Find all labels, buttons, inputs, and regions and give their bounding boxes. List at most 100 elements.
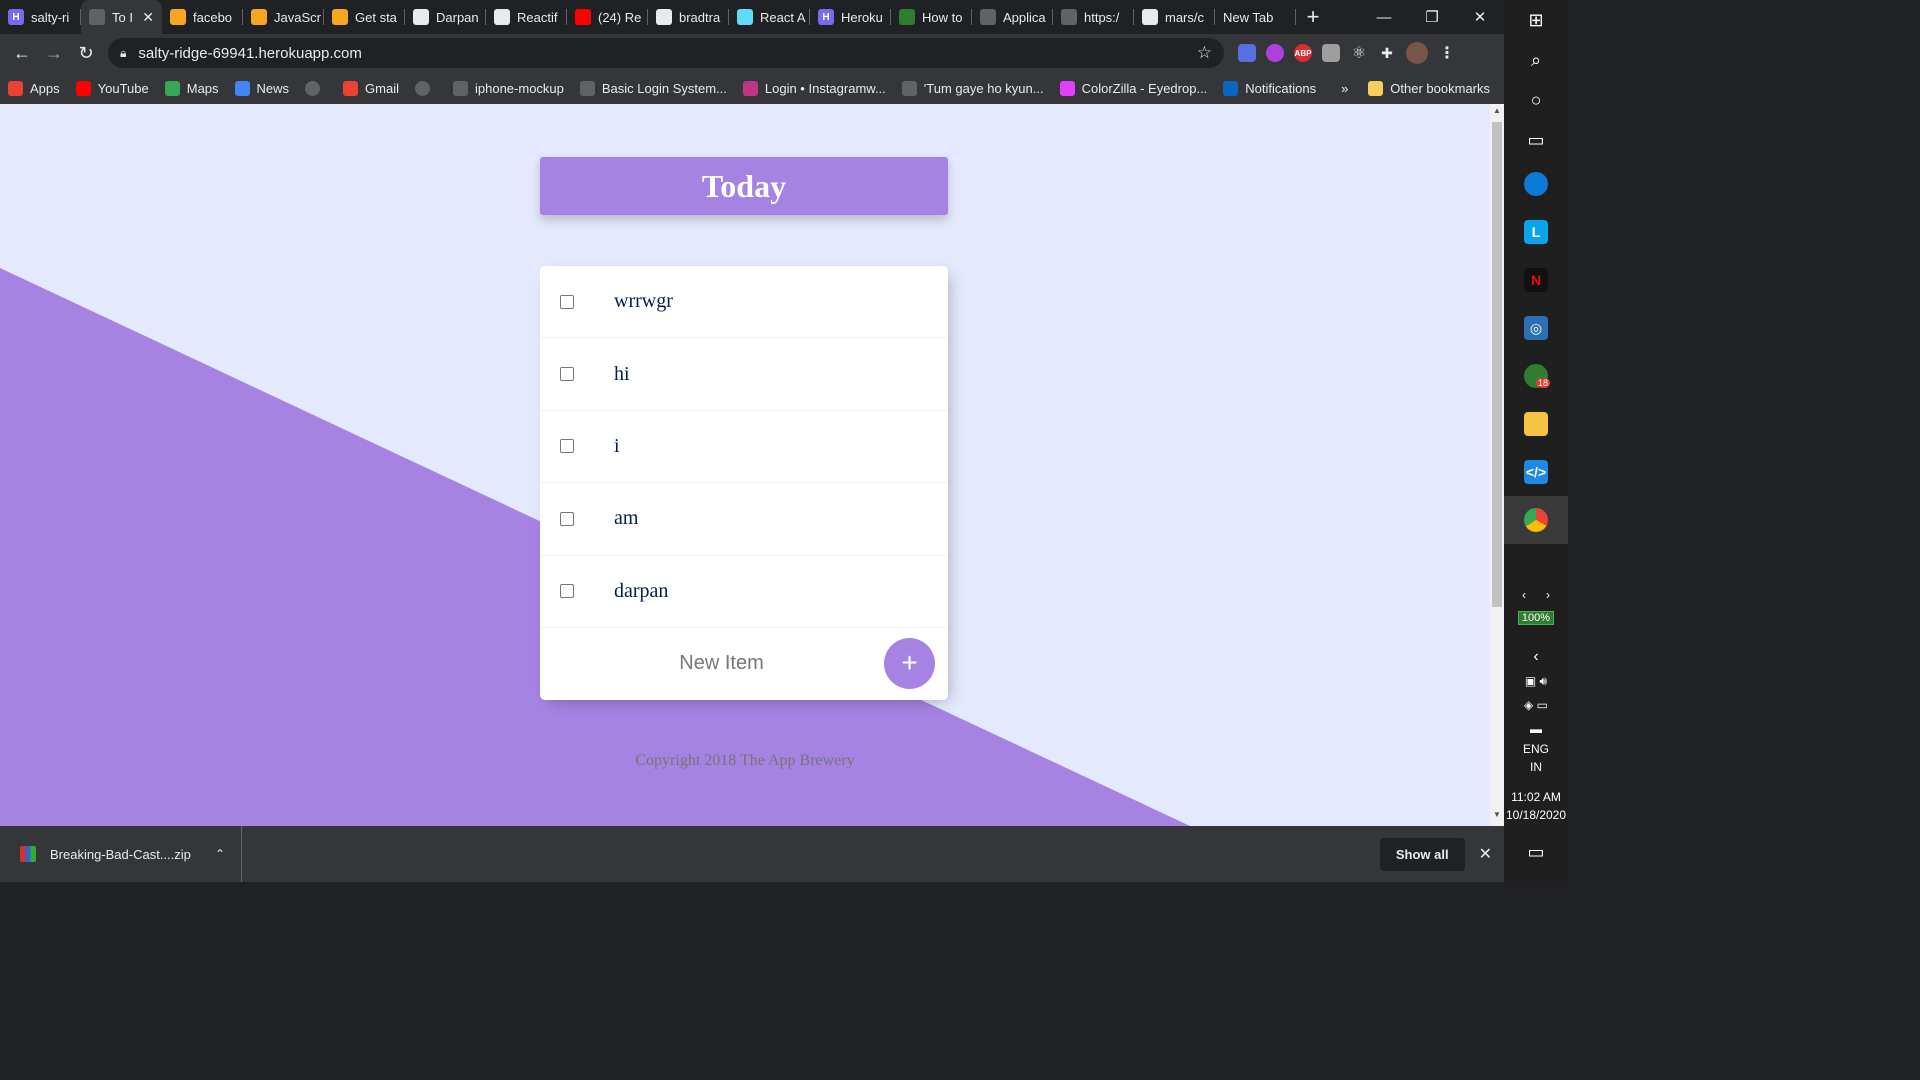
- bookmarks-overflow-button[interactable]: »: [1341, 81, 1348, 96]
- item-text: am: [614, 507, 639, 530]
- react-devtools-icon[interactable]: ⚛: [1350, 44, 1368, 62]
- bookmark-item[interactable]: 'Tum gaye ho kyun...: [901, 80, 1044, 96]
- tab[interactable]: (24) Re: [567, 0, 648, 34]
- zip-file-icon: [20, 846, 36, 862]
- tab[interactable]: facebo: [162, 0, 243, 34]
- cortana-icon[interactable]: ○: [1504, 80, 1568, 120]
- favicon-icon: [575, 9, 591, 25]
- download-item[interactable]: Breaking-Bad-Cast....zip ⌃: [0, 826, 242, 882]
- bookmark-item[interactable]: [305, 80, 327, 96]
- restore-icon[interactable]: ❐: [1408, 1, 1456, 33]
- tab[interactable]: mars/c: [1134, 0, 1215, 34]
- back-button[interactable]: ←: [6, 37, 38, 69]
- item-checkbox[interactable]: [560, 439, 574, 454]
- bookmark-item[interactable]: [415, 80, 437, 96]
- edge-icon[interactable]: [1504, 160, 1568, 208]
- tab[interactable]: bradtra: [648, 0, 729, 34]
- tab[interactable]: JavaScr: [243, 0, 324, 34]
- tab-title: JavaScr: [274, 9, 321, 25]
- item-checkbox[interactable]: [560, 367, 574, 382]
- bookmark-label: Maps: [186, 80, 219, 96]
- start-icon[interactable]: ⊞: [1504, 0, 1568, 40]
- chevron-up-icon[interactable]: ⌃: [215, 847, 225, 861]
- instagram-icon[interactable]: ◎: [1504, 304, 1568, 352]
- bookmark-item[interactable]: Basic Login System...: [579, 80, 727, 96]
- close-window-icon[interactable]: ✕: [1456, 1, 1504, 33]
- search-icon[interactable]: ⌕: [1504, 40, 1568, 80]
- item-checkbox[interactable]: [560, 584, 574, 599]
- task-view-icon[interactable]: ▭: [1504, 120, 1568, 160]
- item-checkbox[interactable]: [560, 294, 574, 309]
- todo-box: wrrwgr hi i am darpan New Item +: [540, 266, 948, 700]
- extension-icon[interactable]: [1322, 44, 1340, 62]
- address-bar[interactable]: 🔒︎ salty-ridge-69941.herokuapp.com ☆: [108, 38, 1224, 68]
- vscode-icon[interactable]: </>: [1504, 448, 1568, 496]
- bookmark-favicon-icon: [164, 80, 180, 96]
- scroll-down-icon[interactable]: ▼: [1490, 810, 1504, 824]
- puzzle-icon[interactable]: ✚: [1378, 44, 1396, 62]
- tab[interactable]: To I ✕: [81, 0, 162, 34]
- action-center-icon[interactable]: ▭: [1504, 842, 1568, 863]
- vertical-scrollbar[interactable]: ▲ ▼: [1490, 104, 1504, 826]
- network-icon[interactable]: ◈ ▭: [1504, 698, 1568, 712]
- keyboard-icon[interactable]: ▬: [1504, 722, 1568, 736]
- bookmark-item[interactable]: ColorZilla - Eyedrop...: [1059, 80, 1207, 96]
- show-hidden-icons-icon[interactable]: ‹: [1504, 648, 1568, 666]
- battery-indicator[interactable]: 100%: [1504, 610, 1568, 625]
- adblock-icon[interactable]: ABP: [1294, 44, 1312, 62]
- bookmark-item[interactable]: Maps: [164, 80, 219, 96]
- volume-icon[interactable]: ▣ 🔊︎: [1504, 674, 1568, 689]
- close-icon[interactable]: ✕: [1479, 844, 1492, 864]
- extension-icon[interactable]: [1266, 44, 1284, 62]
- bookmark-item[interactable]: Login • Instagramw...: [742, 80, 886, 96]
- minimize-icon[interactable]: —: [1360, 1, 1408, 33]
- tab[interactable]: New Tab: [1215, 0, 1296, 34]
- scroll-up-icon[interactable]: ▲: [1490, 106, 1504, 120]
- tray-scroll[interactable]: ‹ ›: [1504, 588, 1568, 602]
- close-tab-icon[interactable]: ✕: [142, 9, 154, 26]
- tab[interactable]: Applica: [972, 0, 1053, 34]
- bookmark-label: Apps: [30, 80, 60, 96]
- bookmark-item[interactable]: News: [234, 80, 290, 96]
- tab[interactable]: How to: [891, 0, 972, 34]
- show-all-button[interactable]: Show all: [1379, 837, 1465, 871]
- menu-icon[interactable]: ⋮: [1438, 44, 1456, 62]
- bookmark-star-icon[interactable]: ☆: [1197, 43, 1212, 63]
- netflix-icon[interactable]: N: [1504, 256, 1568, 304]
- tab[interactable]: React A: [729, 0, 810, 34]
- new-item-input[interactable]: New Item: [540, 652, 903, 675]
- bookmark-item[interactable]: YouTube: [75, 80, 149, 96]
- bookmark-label: iphone-mockup: [475, 80, 564, 96]
- extension-icon[interactable]: [1238, 44, 1256, 62]
- app-l-icon[interactable]: L: [1504, 208, 1568, 256]
- toolbar: ← → ↻ 🔒︎ salty-ridge-69941.herokuapp.com…: [0, 34, 1504, 72]
- tab[interactable]: Hsalty-ri: [0, 0, 81, 34]
- clock[interactable]: 11:02 AM 10/18/2020: [1504, 790, 1568, 822]
- new-tab-button[interactable]: +: [1296, 0, 1330, 34]
- scroll-thumb[interactable]: [1492, 122, 1502, 607]
- item-checkbox[interactable]: [560, 511, 574, 526]
- bookmark-item[interactable]: Apps: [8, 80, 60, 96]
- tab[interactable]: Darpan: [405, 0, 486, 34]
- other-bookmarks-folder[interactable]: Other bookmarks: [1368, 80, 1490, 96]
- language-indicator[interactable]: ENG IN: [1504, 742, 1568, 774]
- reload-button[interactable]: ↻: [70, 37, 102, 69]
- favicon-icon: [332, 9, 348, 25]
- forward-button[interactable]: →: [38, 37, 70, 69]
- bookmark-label: News: [256, 80, 290, 96]
- list-item: wrrwgr: [540, 266, 948, 339]
- tab-title: bradtra: [679, 9, 721, 25]
- file-explorer-icon[interactable]: [1504, 400, 1568, 448]
- add-button[interactable]: +: [884, 637, 935, 689]
- bookmark-item[interactable]: iphone-mockup: [453, 80, 564, 96]
- bookmark-item[interactable]: Notifications: [1223, 80, 1316, 96]
- footer-text: Copyright 2018 The App Brewery: [635, 752, 855, 769]
- chrome-icon[interactable]: [1504, 496, 1568, 544]
- avatar[interactable]: [1406, 42, 1428, 64]
- tab[interactable]: H Heroku: [810, 0, 891, 34]
- bookmark-item[interactable]: Gmail: [343, 80, 399, 96]
- tab[interactable]: Get sta: [324, 0, 405, 34]
- whatsapp-icon[interactable]: 18: [1504, 352, 1568, 400]
- tab[interactable]: Reactif: [486, 0, 567, 34]
- tab[interactable]: https:/: [1053, 0, 1134, 34]
